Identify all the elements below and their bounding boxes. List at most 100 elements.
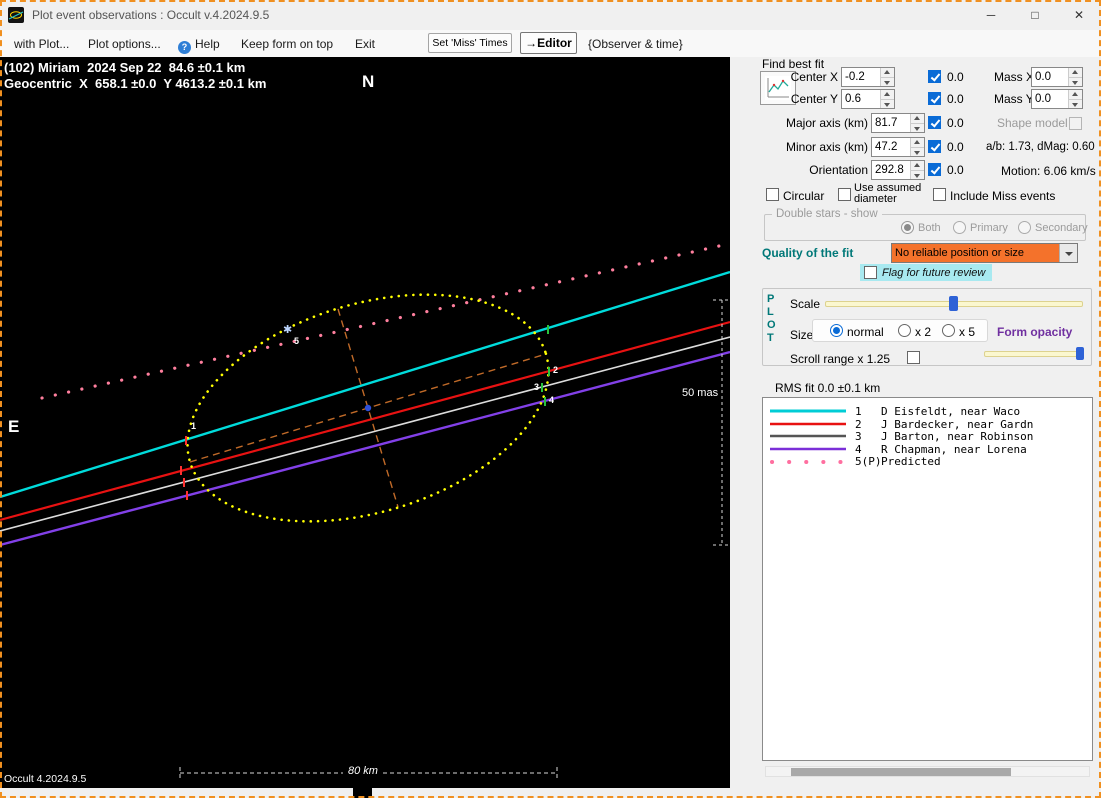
scale-label: Scale [790,297,821,311]
size-x2-label: x 2 [915,325,932,339]
mass-x-spinner[interactable] [1068,68,1082,86]
legend-num-1: 1 [855,405,862,418]
observer-list[interactable]: 1 D Eisfeldt, near Waco 2 J Bardecker, n… [762,397,1093,761]
scroll-range-label: Scroll range x 1.25 [790,352,891,366]
size-x2-radio[interactable] [898,324,911,337]
minimize-button[interactable]: ─ [969,0,1013,30]
major-axis-fit-checkbox[interactable] [928,116,941,129]
major-axis-input[interactable]: 81.7 [871,113,925,133]
legend-num-3: 3 [855,430,862,443]
legend-num-5: 5(P) [855,455,882,468]
menu-keep-on-top[interactable]: Keep form on top [241,37,333,51]
minor-axis-value[interactable]: 47.2 [872,138,910,156]
chord-line-4 [0,350,730,547]
quality-of-fit-label: Quality of the fit [762,246,854,260]
legend-name-5: Predicted [881,455,941,468]
legend-row-1[interactable]: 1 D Eisfeldt, near Waco [763,405,1092,418]
minor-axis-input[interactable]: 47.2 [871,137,925,157]
center-x-spinner[interactable] [880,68,894,86]
mass-y-input[interactable]: 0.0 [1031,89,1083,109]
editor-button[interactable]: →Editor [520,32,577,54]
major-axis-spinner[interactable] [910,114,924,132]
form-opacity-label: Form opacity [997,325,1073,339]
center-x-input[interactable]: -0.2 [841,67,895,87]
shape-model-label: Shape model [997,116,1068,130]
double-stars-both-label: Both [918,222,941,234]
center-x-fit-checkbox[interactable] [928,70,941,83]
rms-fit-label: RMS fit 0.0 ±0.1 km [775,381,881,395]
chord-line-3 [0,336,730,532]
assumed-diameter-label-2: diameter [854,193,897,205]
orientation-fit-checkbox[interactable] [928,163,941,176]
center-y-fit-checkbox[interactable] [928,92,941,105]
size-normal-radio[interactable] [830,324,843,337]
legend-row-5[interactable]: 5(P) Predicted [763,455,1092,468]
mass-y-value[interactable]: 0.0 [1032,90,1068,108]
legend-row-3[interactable]: 3 J Barton, near Robinson [763,430,1092,443]
mas-scale-label: 50 mas [682,387,719,399]
help-icon: ? [178,41,191,54]
list-horizontal-scrollbar[interactable] [765,766,1090,777]
double-stars-secondary-radio[interactable] [1018,221,1031,234]
minor-axis-unc: 0.0 [947,140,964,154]
chord-label-4: 4 [549,395,555,405]
center-y-spinner[interactable] [880,90,894,108]
minor-axis-spinner[interactable] [910,138,924,156]
chord-line-1 [0,270,730,499]
maximize-button[interactable]: □ [1013,0,1057,30]
opacity-slider-thumb[interactable] [1076,347,1084,360]
include-miss-label: Include Miss events [950,189,1056,203]
vertical-scale-bracket [713,299,729,546]
menu-exit[interactable]: Exit [355,37,375,51]
double-stars-both-radio[interactable] [901,221,914,234]
predicted-path-dotted-line [40,242,730,400]
include-miss-checkbox[interactable] [933,188,946,201]
orientation-spinner[interactable] [910,161,924,179]
combo-arrow-icon[interactable] [1059,244,1077,262]
mass-y-label: Mass Y [994,92,1034,106]
center-x-label: Center X [790,70,838,84]
set-miss-times-button[interactable]: Set 'Miss' Times [428,33,512,53]
shape-model-checkbox[interactable] [1069,117,1082,130]
scrollbar-thumb[interactable] [791,768,1011,776]
opacity-slider-track[interactable] [984,351,1084,357]
orientation-input[interactable]: 292.8 [871,160,925,180]
orientation-value[interactable]: 292.8 [872,161,910,179]
mass-x-value[interactable]: 0.0 [1032,68,1068,86]
east-label: E [8,417,20,436]
major-axis-unc: 0.0 [947,116,964,130]
chord-label-3: 3 [534,382,540,392]
double-stars-primary-label: Primary [970,222,1008,234]
flag-review-label: Flag for future review [882,266,986,279]
plot-version-label: Occult 4.2024.9.5 [4,773,87,785]
minor-axis-fit-checkbox[interactable] [928,140,941,153]
size-x5-radio[interactable] [942,324,955,337]
scale-slider-thumb[interactable] [949,296,958,311]
double-stars-primary-radio[interactable] [953,221,966,234]
flag-review-checkbox[interactable] [864,266,877,279]
assumed-diameter-checkbox[interactable] [838,188,851,201]
center-y-value[interactable]: 0.6 [842,90,880,108]
occult-plot-window: { "window": { "title": "Plot event obser… [0,0,1101,798]
legend-name-3: J Barton, near Robinson [881,430,1034,443]
mass-y-spinner[interactable] [1068,90,1082,108]
scroll-range-checkbox[interactable] [907,351,920,364]
plot-canvas[interactable]: (102) Miriam 2024 Sep 22 84.6 ±0.1 km Ge… [0,57,730,788]
menu-with-plot[interactable]: with Plot... [14,37,69,51]
mass-x-input[interactable]: 0.0 [1031,67,1083,87]
minor-axis-label: Minor axis (km) [785,140,868,154]
menu-help[interactable]: ? Help [178,37,220,54]
quality-select[interactable]: No reliable position or size [891,243,1078,263]
chord-line-2 [0,320,730,522]
window-controls: ─ □ ✕ [969,0,1101,30]
major-axis-value[interactable]: 81.7 [872,114,910,132]
center-x-value[interactable]: -0.2 [842,68,880,86]
predicted-label-5: 5 [294,336,300,346]
center-y-input[interactable]: 0.6 [841,89,895,109]
menu-plot-options[interactable]: Plot options... [88,37,161,51]
close-button[interactable]: ✕ [1057,0,1101,30]
quality-select-value[interactable]: No reliable position or size [892,244,1059,262]
circular-checkbox[interactable] [766,188,779,201]
south-label-clipped [353,788,372,798]
plot-graphics [0,242,730,779]
